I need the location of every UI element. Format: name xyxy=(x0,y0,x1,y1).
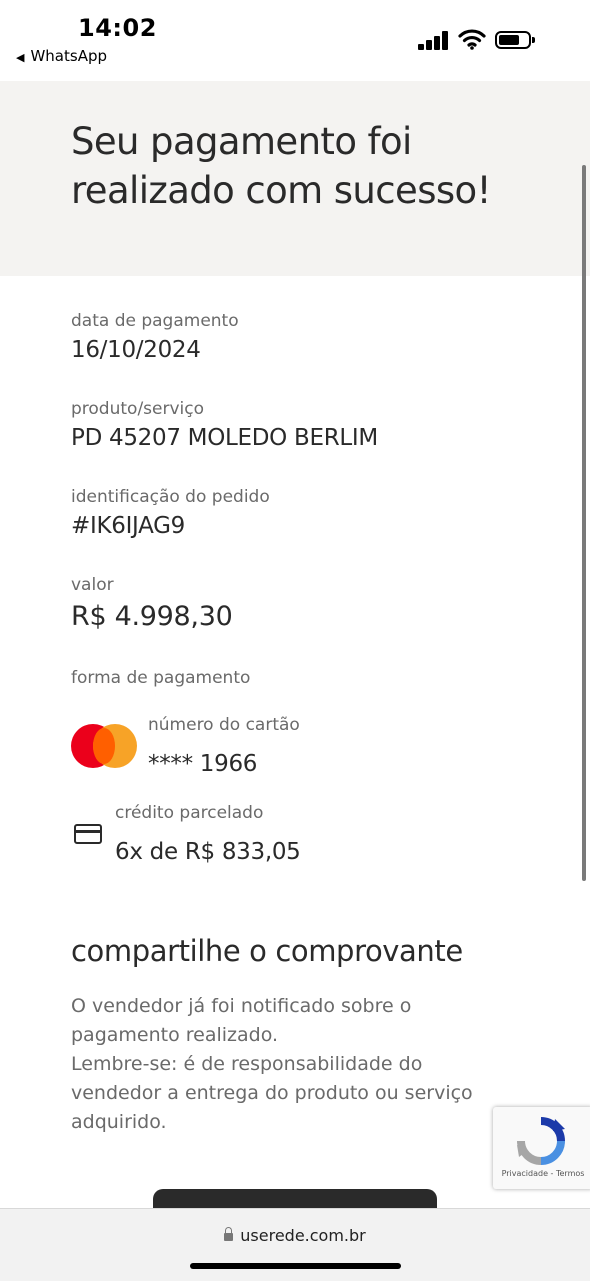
back-triangle-icon: ◀ xyxy=(16,51,25,64)
product-value: PD 45207 MOLEDO BERLIM xyxy=(71,425,378,451)
card-number-label: número do cartão xyxy=(148,715,300,735)
notice-line-2: Lembre-se: é de responsabilidade do vend… xyxy=(71,1053,473,1133)
status-bar: 14:02 ◀ WhatsApp xyxy=(0,0,590,80)
browser-address-bar[interactable]: userede.com.br xyxy=(0,1208,590,1281)
notice-line-1: O vendedor já foi notificado sobre o pag… xyxy=(71,995,412,1046)
seller-notice: O vendedor já foi notificado sobre o pag… xyxy=(71,992,511,1137)
payment-date-label: data de pagamento xyxy=(71,311,239,331)
installment-value: 6x de R$ 833,05 xyxy=(115,839,301,865)
home-indicator[interactable] xyxy=(190,1263,401,1269)
order-id-value: #IK6IJAG9 xyxy=(71,513,186,539)
amount-value: R$ 4.998,30 xyxy=(71,601,233,632)
lock-icon xyxy=(224,1227,234,1241)
back-to-app-link[interactable]: ◀ WhatsApp xyxy=(16,47,107,65)
wifi-icon xyxy=(458,29,486,50)
payment-date-value: 16/10/2024 xyxy=(71,337,201,363)
back-app-label: WhatsApp xyxy=(30,47,107,65)
url-text: userede.com.br xyxy=(240,1226,366,1245)
recaptcha-icon xyxy=(517,1117,565,1165)
cellular-signal-icon xyxy=(418,30,452,50)
product-label: produto/serviço xyxy=(71,399,205,419)
mastercard-logo-icon xyxy=(71,724,137,768)
recaptcha-badge[interactable]: Privacidade - Termos xyxy=(493,1107,590,1189)
page-title: Seu pagamento foi realizado com sucesso! xyxy=(71,120,491,212)
recaptcha-links[interactable]: Privacidade - Termos xyxy=(493,1169,590,1178)
amount-label: valor xyxy=(71,575,114,595)
credit-card-icon xyxy=(74,824,102,844)
card-number-value: **** 1966 xyxy=(148,751,258,777)
status-time: 14:02 xyxy=(78,14,157,42)
battery-icon xyxy=(495,31,535,49)
success-header: Seu pagamento foi realizado com sucesso! xyxy=(0,81,590,276)
order-id-label: identificação do pedido xyxy=(71,487,270,507)
payment-method-label: forma de pagamento xyxy=(71,668,251,688)
scrollbar[interactable] xyxy=(582,165,586,881)
installment-label: crédito parcelado xyxy=(115,803,264,823)
share-section-title: compartilhe o comprovante xyxy=(71,934,463,968)
url-display[interactable]: userede.com.br xyxy=(0,1226,590,1245)
